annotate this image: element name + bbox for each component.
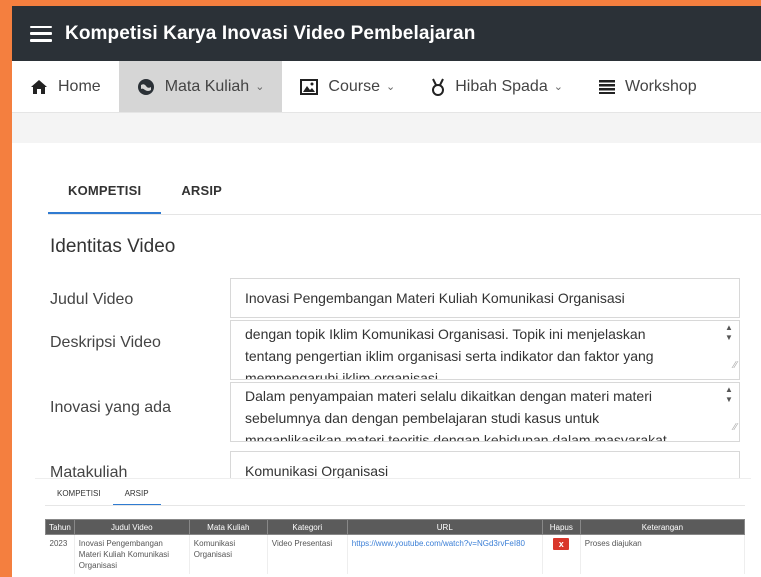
nav-item-label: Workshop xyxy=(624,77,697,95)
textarea-scrollbar[interactable]: ▲ ▼ ∕∕ xyxy=(721,385,737,439)
cell-hapus: x xyxy=(542,534,581,574)
tab-kompetisi[interactable]: KOMPETISI xyxy=(48,171,162,215)
app-title: Kompetisi Karya Inovasi Video Pembelajar… xyxy=(65,22,476,44)
inovasi-textarea[interactable]: Dalam penyampaian materi selalu dikaitka… xyxy=(230,382,740,442)
misspelled-word: mngaplikasikan xyxy=(245,432,342,442)
nav-item-home[interactable]: Home xyxy=(12,61,119,112)
deskripsi-line: tentang pengertian iklim organisasi sert… xyxy=(245,348,654,364)
resize-grip-icon[interactable]: ∕∕ xyxy=(734,417,737,439)
cell-keterangan: Proses diajukan xyxy=(580,534,746,574)
column-header: Keterangan xyxy=(579,519,746,535)
chevron-down-icon: ⌄ xyxy=(255,81,265,93)
inovasi-line: sebelumnya dan dengan pembelajaran studi… xyxy=(245,410,600,426)
inovasi-text: dengan kehidupan dalam masyarakat xyxy=(429,432,667,442)
column-header: Tahun xyxy=(45,519,75,535)
hamburger-menu-icon[interactable] xyxy=(30,25,52,42)
arsip-tab-bar: KOMPETISI ARSIP xyxy=(45,485,161,506)
inovasi-line: mngaplikasikan materi teoritis dengan ke… xyxy=(245,429,709,442)
deskripsi-line: mempengaruhi iklim organisasi. xyxy=(245,370,442,380)
table-header-row: Tahun Judul Video Mata Kuliah Kategori U… xyxy=(45,519,746,535)
textarea-scrollbar[interactable]: ▲ ▼ ∕∕ xyxy=(721,323,737,377)
deskripsi-video-textarea[interactable]: dengan topik Iklim Komunikasi Organisasi… xyxy=(230,320,740,380)
deskripsi-line: dengan topik Iklim Komunikasi Organisasi… xyxy=(245,326,646,342)
column-header: Mata Kuliah xyxy=(188,519,268,535)
image-icon xyxy=(300,78,319,95)
scroll-up-icon[interactable]: ▲ xyxy=(721,323,737,333)
inovasi-label: Inovasi yang ada xyxy=(50,399,171,416)
section-title: Identitas Video xyxy=(50,236,176,257)
tab-kompetisi[interactable]: KOMPETISI xyxy=(45,485,113,506)
nav-item-hibah-spada[interactable]: Hibah Spada ⌄ xyxy=(413,61,581,112)
judul-video-field[interactable]: Inovasi Pengembangan Materi Kuliah Komun… xyxy=(230,278,740,318)
scroll-up-icon[interactable]: ▲ xyxy=(721,385,737,395)
tab-divider xyxy=(48,214,761,215)
page-background xyxy=(12,113,761,143)
inovasi-line: Dalam penyampaian materi selalu dikaitka… xyxy=(245,388,652,404)
main-nav: Home Mata Kuliah ⌄ Course ⌄ Hibah Spada … xyxy=(12,61,761,113)
deskripsi-video-label: Deskripsi Video xyxy=(50,334,161,351)
nav-item-course[interactable]: Course ⌄ xyxy=(282,61,413,112)
tab-arsip[interactable]: ARSIP xyxy=(161,171,242,215)
nav-item-label: Home xyxy=(58,77,101,95)
inovasi-text: materi xyxy=(341,432,389,442)
list-icon xyxy=(598,79,615,94)
tab-arsip[interactable]: ARSIP xyxy=(112,485,161,506)
misspelled-word: teoritis xyxy=(388,432,430,442)
app-window: Kompetisi Karya Inovasi Video Pembelajar… xyxy=(12,6,761,577)
video-url-link[interactable]: https://www.youtube.com/watch?v=NGd3rvFe… xyxy=(347,534,543,574)
column-header: Kategori xyxy=(266,519,348,535)
medal-icon xyxy=(431,78,445,96)
judul-video-label: Judul Video xyxy=(50,291,134,308)
scroll-down-icon[interactable]: ▼ xyxy=(721,333,737,343)
cell-tahun: 2023 xyxy=(45,534,75,574)
home-icon xyxy=(30,79,48,95)
scroll-down-icon[interactable]: ▼ xyxy=(721,395,737,405)
delete-button[interactable]: x xyxy=(553,538,570,550)
nav-item-label: Hibah Spada xyxy=(455,77,548,95)
cell-kategori: Video Presentasi xyxy=(267,534,348,574)
chevron-down-icon: ⌄ xyxy=(385,81,396,93)
column-header: Judul Video xyxy=(73,519,190,535)
globe-icon xyxy=(137,78,155,96)
nav-item-label: Course xyxy=(328,77,380,95)
cell-judul: Inovasi Pengembangan Materi Kuliah Komun… xyxy=(74,534,190,574)
cell-mata-kuliah: Komunikasi Organisasi xyxy=(189,534,268,574)
top-bar: Kompetisi Karya Inovasi Video Pembelajar… xyxy=(12,6,761,61)
nav-item-mata-kuliah[interactable]: Mata Kuliah ⌄ xyxy=(118,61,283,112)
chevron-down-icon: ⌄ xyxy=(553,81,563,93)
form-card: KOMPETISI ARSIP Identitas Video Judul Vi… xyxy=(30,143,761,491)
nav-item-label: Mata Kuliah xyxy=(164,77,250,95)
column-header: Hapus xyxy=(541,519,581,535)
resize-grip-icon[interactable]: ∕∕ xyxy=(734,355,737,377)
nav-item-workshop[interactable]: Workshop xyxy=(581,61,715,112)
tab-divider xyxy=(45,505,745,506)
tab-bar: KOMPETISI ARSIP xyxy=(48,171,242,215)
arsip-panel: KOMPETISI ARSIP Tahun Judul Video Mata K… xyxy=(35,478,751,577)
arsip-table: Tahun Judul Video Mata Kuliah Kategori U… xyxy=(45,519,746,574)
column-header: URL xyxy=(346,519,543,535)
table-row: 2023 Inovasi Pengembangan Materi Kuliah … xyxy=(45,534,746,574)
